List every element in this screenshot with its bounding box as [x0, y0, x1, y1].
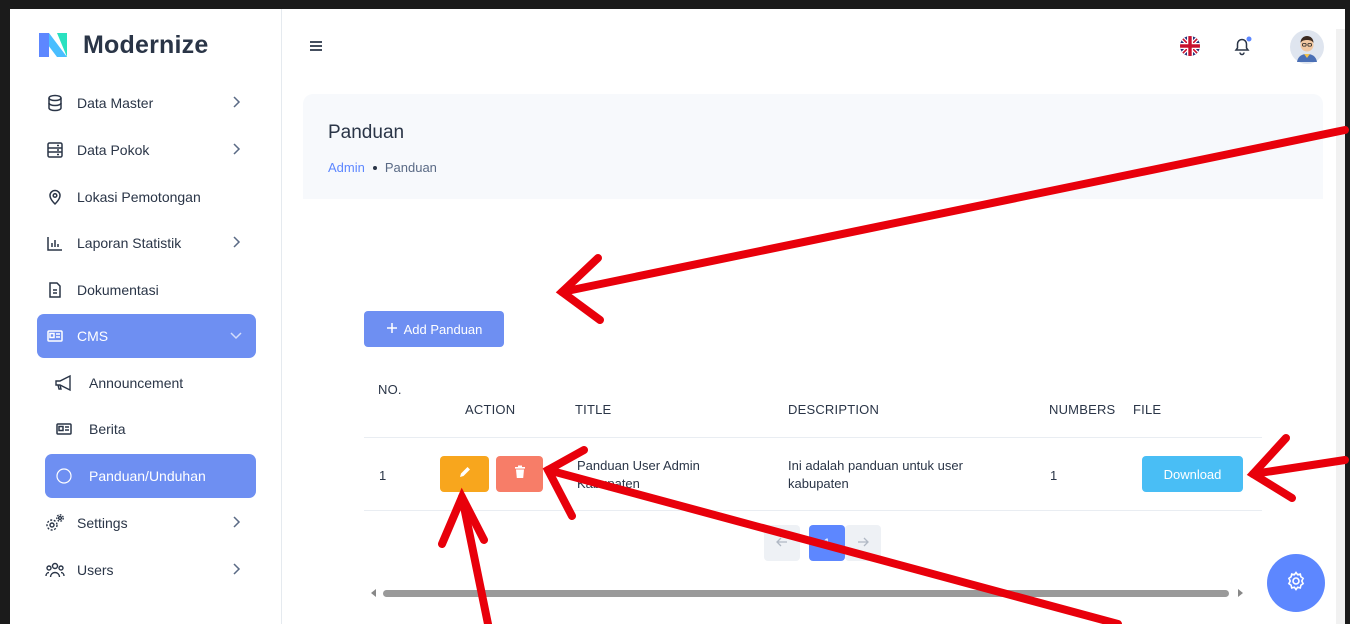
- users-icon: [45, 560, 65, 580]
- column-header-file: FILE: [1133, 402, 1162, 417]
- sidebar-item-label: Data Master: [77, 95, 154, 111]
- cell-title-line: Kabupaten: [577, 476, 640, 491]
- sidebar-item-lokasi-pemotongan[interactable]: Lokasi Pemotongan: [37, 175, 256, 219]
- cell-description-line: Ini adalah panduan untuk user: [788, 458, 963, 473]
- cell-title-line: Panduan User Admin: [577, 458, 700, 473]
- plus-icon: [386, 322, 398, 337]
- sidebar-item-laporan-statistik[interactable]: Laporan Statistik: [37, 221, 256, 265]
- sidebar: Modernize Data Master Data Pokok Lokasi …: [10, 9, 282, 624]
- server-icon: [45, 140, 65, 160]
- chevron-down-icon: [228, 327, 244, 343]
- scroll-right-icon[interactable]: [1238, 589, 1243, 597]
- breadcrumb-link-admin[interactable]: Admin: [328, 160, 365, 175]
- settings-icon: [45, 513, 65, 533]
- brand[interactable]: Modernize: [37, 29, 208, 61]
- download-button[interactable]: Download: [1142, 456, 1243, 492]
- add-panduan-button[interactable]: Add Panduan: [364, 311, 504, 347]
- column-header-description: DESCRIPTION: [788, 402, 880, 417]
- cell-no: 1: [379, 468, 387, 483]
- sidebar-item-announcement[interactable]: Announcement: [45, 361, 256, 405]
- page-header: Panduan Admin Panduan: [303, 94, 1323, 199]
- sidebar-item-label: Data Pokok: [77, 142, 150, 158]
- megaphone-icon: [53, 373, 75, 393]
- chevron-right-icon: [228, 141, 244, 157]
- uk-flag-icon[interactable]: [1177, 33, 1203, 59]
- cell-numbers: 1: [1050, 468, 1058, 483]
- circle-icon: [53, 466, 75, 486]
- gear-icon: [1285, 570, 1307, 597]
- column-header-numbers: NUMBERS: [1049, 402, 1116, 417]
- sidebar-item-berita[interactable]: Berita: [45, 407, 256, 451]
- cell-description: Ini adalah panduan untuk user kabupaten: [788, 457, 1018, 493]
- pagination-prev-button[interactable]: [764, 525, 800, 561]
- cell-title: Panduan User Admin Kabupaten: [577, 457, 747, 493]
- delete-button[interactable]: [496, 456, 543, 492]
- trash-icon: [514, 465, 526, 484]
- chevron-right-icon: [228, 94, 244, 110]
- content-card: Add Panduan NO. ACTION TITLE DESCRIPTION…: [303, 199, 1323, 624]
- topbar: [282, 9, 1345, 89]
- news-icon: [53, 419, 75, 439]
- sidebar-item-data-pokok[interactable]: Data Pokok: [37, 128, 256, 172]
- avatar[interactable]: [1289, 29, 1325, 65]
- sidebar-item-label: Dokumentasi: [77, 282, 159, 298]
- sidebar-item-dokumentasi[interactable]: Dokumentasi: [37, 268, 256, 312]
- column-header-action: ACTION: [465, 402, 516, 417]
- breadcrumb: Admin Panduan: [328, 160, 437, 175]
- sidebar-item-label: Laporan Statistik: [77, 235, 182, 251]
- app-window: Modernize Data Master Data Pokok Lokasi …: [10, 9, 1345, 624]
- arrow-left-icon: [775, 535, 789, 552]
- breadcrumb-current: Panduan: [384, 160, 437, 175]
- database-icon: [45, 93, 65, 113]
- chevron-right-icon: [228, 561, 244, 577]
- arrow-right-icon: [856, 535, 870, 552]
- customizer-button[interactable]: [1267, 554, 1325, 612]
- sidebar-item-settings[interactable]: Settings: [37, 501, 256, 545]
- vertical-scrollbar[interactable]: [1336, 29, 1345, 624]
- column-header-title: TITLE: [575, 402, 612, 417]
- sidebar-item-users[interactable]: Users: [37, 548, 256, 592]
- page-title: Panduan: [328, 122, 405, 143]
- news-icon: [45, 326, 65, 346]
- sidebar-item-panduan-unduhan[interactable]: Panduan/Unduhan: [45, 454, 256, 498]
- bell-icon[interactable]: [1229, 33, 1255, 59]
- sidebar-item-label: Users: [77, 562, 114, 578]
- map-pin-icon: [45, 187, 65, 207]
- bar-chart-icon: [45, 233, 65, 253]
- pagination-page-1[interactable]: 1: [809, 525, 845, 561]
- horizontal-scrollbar[interactable]: [367, 587, 1247, 599]
- sidebar-item-label: Settings: [77, 515, 128, 531]
- brand-name: Modernize: [83, 30, 209, 59]
- sidebar-item-label: CMS: [77, 328, 109, 344]
- scrollbar-thumb[interactable]: [383, 590, 1229, 597]
- edit-button[interactable]: [440, 456, 489, 492]
- row-divider: [364, 510, 1262, 511]
- pencil-icon: [458, 465, 472, 484]
- sidebar-item-label: Lokasi Pemotongan: [77, 189, 201, 205]
- sidebar-item-label: Announcement: [89, 375, 184, 391]
- chevron-right-icon: [228, 514, 244, 530]
- scroll-left-icon[interactable]: [371, 589, 376, 597]
- logo-icon: [37, 29, 71, 61]
- column-header-no: NO.: [378, 382, 402, 397]
- menu-icon[interactable]: [307, 37, 325, 55]
- sidebar-item-cms[interactable]: CMS: [37, 314, 256, 358]
- chevron-right-icon: [228, 234, 244, 250]
- pagination-next-button[interactable]: [845, 525, 881, 561]
- add-panduan-label: Add Panduan: [403, 321, 483, 337]
- sidebar-item-data-master[interactable]: Data Master: [37, 81, 256, 125]
- sidebar-item-label: Berita: [89, 421, 126, 437]
- sidebar-item-label: Panduan/Unduhan: [89, 468, 206, 484]
- cell-description-line: kabupaten: [788, 476, 849, 491]
- document-icon: [45, 280, 65, 300]
- breadcrumb-separator: [372, 165, 377, 170]
- header-divider: [364, 437, 1262, 438]
